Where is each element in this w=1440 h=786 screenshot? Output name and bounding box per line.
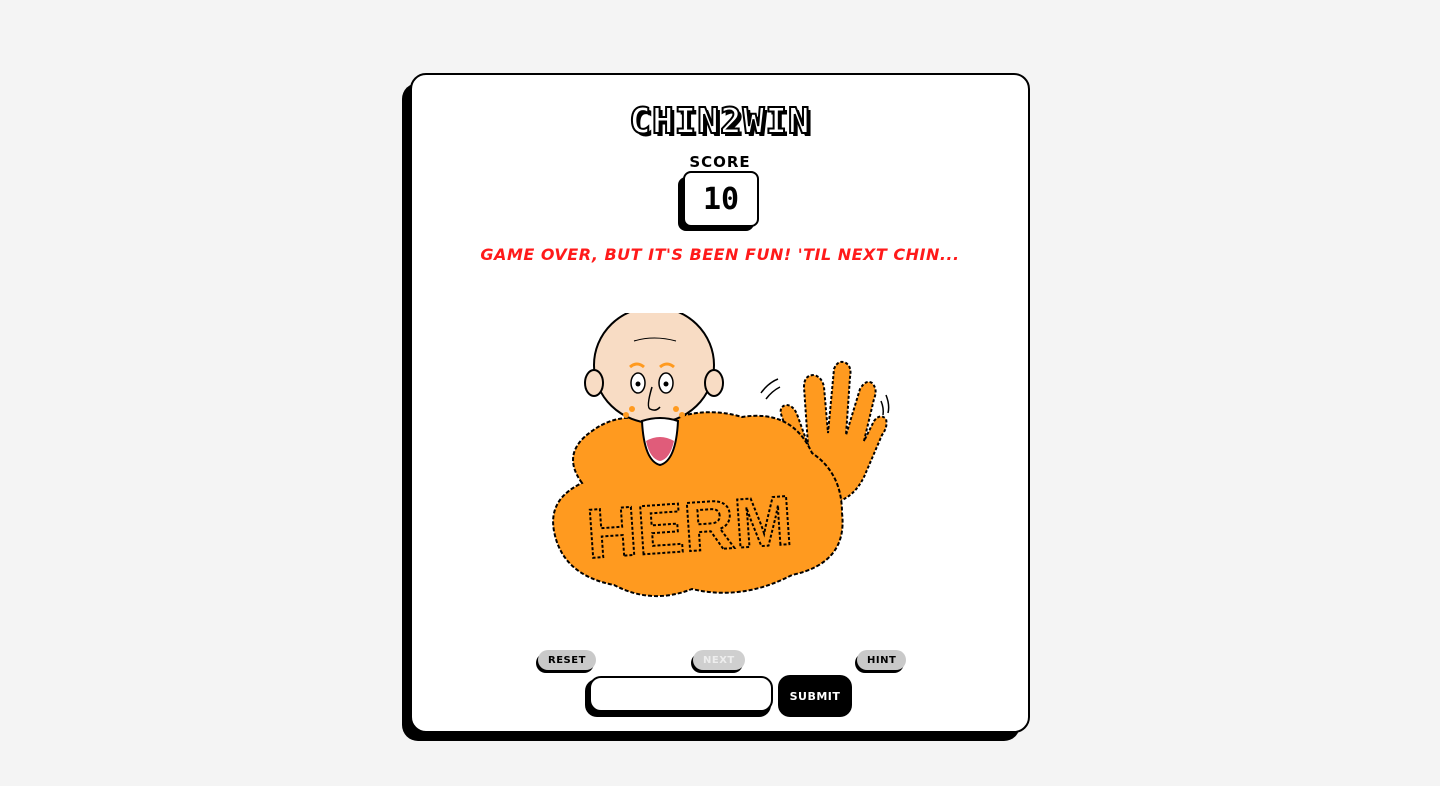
next-button[interactable]: NEXT bbox=[693, 650, 745, 670]
score-label: SCORE bbox=[689, 153, 751, 171]
game-title: CHIN2WIN bbox=[628, 100, 811, 143]
game-card: CHIN2WIN SCORE 10 GAME OVER, BUT IT'S BE… bbox=[410, 73, 1030, 733]
game-over-message: GAME OVER, BUT IT'S BEEN FUN! 'TIL NEXT … bbox=[480, 245, 960, 264]
beard-lettering: HERM bbox=[584, 481, 795, 573]
wave-mark bbox=[760, 378, 779, 394]
hint-button[interactable]: HINT bbox=[857, 650, 907, 670]
score-value: 10 bbox=[683, 171, 759, 227]
wave-mark bbox=[765, 386, 781, 400]
wave-mark bbox=[880, 400, 884, 416]
game-stage: CHIN2WIN SCORE 10 GAME OVER, BUT IT'S BE… bbox=[0, 0, 1440, 786]
beard-character-illustration: HERM bbox=[552, 313, 890, 598]
submit-button[interactable]: SUBMIT bbox=[778, 675, 852, 717]
reset-button[interactable]: RESET bbox=[538, 650, 596, 670]
answer-input[interactable] bbox=[589, 676, 773, 712]
wave-mark bbox=[885, 394, 890, 414]
